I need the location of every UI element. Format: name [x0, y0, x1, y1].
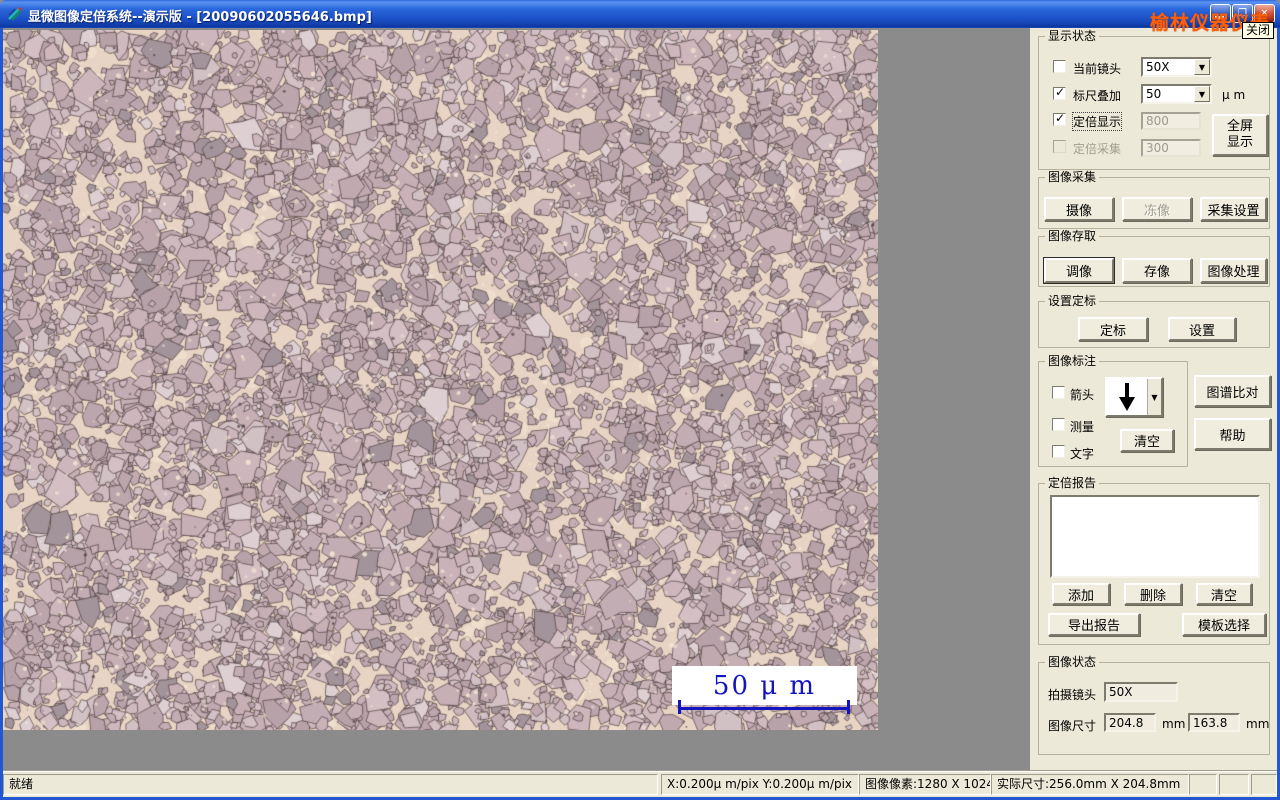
template-select-label: 模板选择: [1197, 619, 1250, 634]
chevron-down-icon[interactable]: ▼: [1194, 86, 1210, 102]
checkbox-arrow[interactable]: [1052, 386, 1065, 399]
freeze-button: 冻像: [1122, 197, 1192, 221]
input-fixed-capture: 300: [1141, 139, 1201, 157]
status-ready: 就绪: [3, 774, 658, 795]
label-height-unit: mm: [1246, 717, 1270, 731]
label-ruler-unit: μ m: [1222, 88, 1246, 102]
label-image-size: 图像尺寸: [1048, 719, 1097, 733]
group-capture-title: 图像采集: [1045, 171, 1100, 184]
freeze-button-label: 冻像: [1143, 203, 1170, 219]
group-image-status: 图像状态: [1038, 656, 1270, 755]
save-image-label: 存像: [1143, 265, 1170, 280]
load-image-label: 调像: [1065, 265, 1092, 280]
report-clear-label: 清空: [1210, 588, 1237, 604]
checkbox-current-lens[interactable]: [1053, 60, 1066, 73]
group-report-title: 定倍报告: [1045, 477, 1100, 490]
help-button[interactable]: 帮助: [1194, 418, 1271, 450]
load-image-button[interactable]: 调像: [1044, 258, 1114, 283]
scalebar-tick-left: [678, 700, 681, 714]
settings-button-label: 设置: [1188, 323, 1215, 339]
combo-current-lens[interactable]: 50X ▼: [1141, 57, 1212, 77]
shoot-button-label: 摄像: [1065, 203, 1092, 219]
combo-current-lens-value: 50X: [1146, 60, 1170, 74]
status-image-pixels: 图像像素:1280 X 1024: [859, 774, 991, 795]
arrow-style-dropdown[interactable]: ▼: [1105, 377, 1163, 417]
export-report-button[interactable]: 导出报告: [1048, 613, 1140, 636]
report-listbox[interactable]: [1050, 495, 1260, 578]
combo-ruler-value[interactable]: 50 ▼: [1141, 84, 1212, 104]
window-border-left: [0, 28, 3, 797]
status-pane-empty-1: [1189, 774, 1217, 795]
input-fixed-display: 800: [1141, 112, 1201, 130]
annotation-clear-button[interactable]: 清空: [1120, 429, 1174, 452]
checkbox-fixed-display[interactable]: [1053, 111, 1066, 126]
save-image-button[interactable]: 存像: [1122, 258, 1192, 283]
annotation-clear-label: 清空: [1133, 435, 1160, 450]
group-image-status-title: 图像状态: [1045, 656, 1100, 669]
fullscreen-button-label: 全屏显示: [1226, 119, 1253, 150]
label-measure: 测量: [1070, 420, 1095, 434]
group-annotation-title: 图像标注: [1045, 355, 1100, 368]
scalebar-line: [678, 707, 850, 710]
status-pane-empty-3: [1251, 774, 1277, 795]
label-shoot-lens: 拍摄镜头: [1048, 688, 1097, 702]
micrograph-canvas[interactable]: [3, 30, 878, 730]
label-current-lens: 当前镜头: [1073, 62, 1122, 76]
checkbox-fixed-capture: [1053, 140, 1066, 153]
group-calibration-title: 设置定标: [1045, 295, 1100, 308]
scalebar-label-box: 50 μ m: [672, 666, 857, 705]
combo-ruler-value-text: 50: [1146, 87, 1162, 101]
group-display-status-title: 显示状态: [1045, 30, 1100, 43]
calibrate-button-label: 定标: [1099, 323, 1126, 339]
checkbox-text[interactable]: [1052, 445, 1065, 458]
settings-button[interactable]: 设置: [1168, 317, 1236, 341]
title-bar[interactable]: 显微图像定倍系统--演示版 - [20090602055646.bmp] ❐ ✕: [0, 0, 1280, 28]
label-width-unit: mm: [1162, 717, 1186, 731]
status-bar: 就绪 X:0.200μ m/pix Y:0.200μ m/pix 图像像素:12…: [3, 770, 1277, 797]
checkbox-measure[interactable]: [1052, 418, 1065, 431]
app-icon: [8, 7, 22, 21]
arrow-down-icon: [1119, 383, 1135, 411]
field-shoot-lens: 50X: [1104, 682, 1178, 702]
image-process-button[interactable]: 图像处理: [1200, 258, 1267, 283]
chevron-down-icon[interactable]: ▼: [1147, 379, 1161, 415]
label-fixed-display: 定倍显示: [1071, 112, 1123, 131]
image-process-label: 图像处理: [1207, 265, 1260, 280]
template-select-button[interactable]: 模板选择: [1182, 613, 1266, 636]
capture-settings-button[interactable]: 采集设置: [1200, 197, 1267, 221]
status-pixel-scale: X:0.200μ m/pix Y:0.200μ m/pix: [661, 774, 859, 795]
label-arrow: 箭头: [1070, 388, 1095, 402]
window-title: 显微图像定倍系统--演示版 - [20090602055646.bmp]: [28, 10, 372, 25]
report-delete-button[interactable]: 删除: [1124, 583, 1182, 605]
close-tooltip: 关闭: [1242, 22, 1275, 39]
report-clear-button[interactable]: 清空: [1196, 583, 1252, 605]
scalebar-text: 50 μ m: [712, 670, 817, 701]
scalebar-tick-right: [847, 700, 850, 714]
checkbox-ruler-overlay[interactable]: [1053, 85, 1066, 100]
report-add-button[interactable]: 添加: [1052, 583, 1110, 605]
group-storage-title: 图像存取: [1045, 230, 1100, 243]
capture-settings-label: 采集设置: [1207, 203, 1260, 219]
status-pane-empty-2: [1219, 774, 1249, 795]
calibrate-button[interactable]: 定标: [1078, 317, 1148, 341]
label-fixed-capture: 定倍采集: [1073, 142, 1122, 156]
field-image-height: 163.8: [1188, 713, 1240, 732]
report-add-label: 添加: [1067, 588, 1094, 604]
field-image-width: 204.8: [1104, 713, 1156, 732]
help-button-label: 帮助: [1219, 428, 1246, 444]
status-actual-size: 实际尺寸:256.0mm X 204.8mm: [991, 774, 1189, 795]
shoot-button[interactable]: 摄像: [1044, 197, 1114, 221]
chevron-down-icon[interactable]: ▼: [1194, 59, 1210, 75]
report-delete-label: 删除: [1139, 588, 1166, 604]
export-report-label: 导出报告: [1067, 619, 1120, 634]
atlas-compare-label: 图谱比对: [1206, 385, 1259, 401]
label-ruler-overlay: 标尺叠加: [1073, 89, 1122, 103]
label-text: 文字: [1070, 447, 1095, 461]
atlas-compare-button[interactable]: 图谱比对: [1194, 375, 1271, 407]
fullscreen-button[interactable]: 全屏显示: [1212, 114, 1268, 156]
